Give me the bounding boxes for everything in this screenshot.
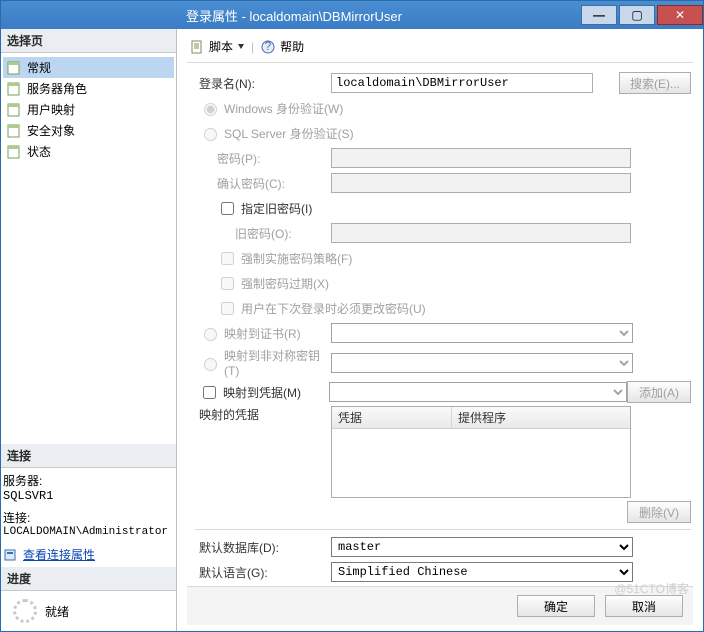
script-icon (190, 40, 206, 54)
sql-auth-radio (204, 128, 217, 141)
login-properties-window: 登录属性 - localdomain\DBMirrorUser — ▢ ✕ 选择… (0, 0, 704, 632)
enforce-expiry-checkbox (221, 277, 234, 290)
nav-label: 常规 (27, 59, 51, 76)
map-cert-select (331, 323, 633, 343)
close-button[interactable]: ✕ (657, 5, 703, 25)
password-input (331, 148, 631, 168)
col-credential: 凭据 (332, 407, 452, 428)
map-asym-select (331, 353, 633, 373)
connection-header: 连接 (1, 444, 176, 468)
view-connection-link[interactable]: 查看连接属性 (23, 546, 95, 563)
map-cred-checkbox[interactable] (203, 386, 216, 399)
server-value: SQLSVR1 (3, 489, 174, 503)
help-icon: ? (261, 40, 277, 54)
script-button[interactable]: 脚本 (187, 37, 247, 56)
must-change-checkbox (221, 302, 234, 315)
right-panel: 脚本 | ? 帮助 登录名(N): 搜索(E)... (177, 29, 703, 631)
minimize-button[interactable]: — (581, 5, 617, 25)
old-password-label: 旧密码(O): (195, 225, 331, 242)
default-lang-label: 默认语言(G): (195, 564, 331, 581)
remove-button[interactable]: 删除(V) (627, 501, 691, 523)
old-password-input (331, 223, 631, 243)
toolbar: 脚本 | ? 帮助 (187, 35, 693, 63)
nav-label: 用户映射 (27, 101, 75, 118)
default-lang-select[interactable]: Simplified Chinese (331, 562, 633, 582)
map-asym-radio (204, 358, 217, 371)
properties-icon (3, 548, 19, 562)
windows-auth-label: Windows 身份验证(W) (224, 100, 343, 117)
mapped-cred-label: 映射的凭据 (195, 406, 331, 423)
login-name-input[interactable] (331, 73, 593, 93)
nav-label: 状态 (27, 143, 51, 160)
nav-general[interactable]: 常规 (3, 57, 174, 78)
select-page-header: 选择页 (1, 29, 176, 53)
server-label: 服务器: (3, 472, 174, 489)
must-change-label: 用户在下次登录时必须更改密码(U) (241, 300, 426, 317)
nav-securables[interactable]: 安全对象 (3, 120, 174, 141)
general-form: 登录名(N): 搜索(E)... Windows 身份验证(W) SQL Ser… (187, 63, 693, 586)
svg-text:?: ? (265, 40, 272, 53)
search-button[interactable]: 搜索(E)... (619, 72, 691, 94)
help-label: 帮助 (280, 38, 304, 55)
confirm-password-input (331, 173, 631, 193)
page-icon (7, 103, 23, 117)
sql-auth-label: SQL Server 身份验证(S) (224, 125, 354, 142)
maximize-button[interactable]: ▢ (619, 5, 655, 25)
divider (195, 529, 691, 530)
add-button[interactable]: 添加(A) (627, 381, 691, 403)
default-db-label: 默认数据库(D): (195, 539, 331, 556)
page-icon (7, 61, 23, 75)
enforce-policy-checkbox (221, 252, 234, 265)
ok-button[interactable]: 确定 (517, 595, 595, 617)
help-button[interactable]: ? 帮助 (258, 37, 307, 56)
page-icon (7, 145, 23, 159)
confirm-password-label: 确认密码(C): (195, 175, 331, 192)
map-cert-radio (204, 328, 217, 341)
script-label: 脚本 (209, 38, 233, 55)
nav-user-mapping[interactable]: 用户映射 (3, 99, 174, 120)
progress-header: 进度 (1, 567, 176, 591)
cancel-button[interactable]: 取消 (605, 595, 683, 617)
enforce-expiry-label: 强制密码过期(X) (241, 275, 329, 292)
progress-status: 就绪 (45, 603, 69, 620)
default-db-select[interactable]: master (331, 537, 633, 557)
titlebar[interactable]: 登录属性 - localdomain\DBMirrorUser — ▢ ✕ (1, 1, 703, 29)
enforce-policy-label: 强制实施密码策略(F) (241, 250, 352, 267)
specify-old-pwd-checkbox[interactable] (221, 202, 234, 215)
chevron-down-icon (238, 44, 244, 49)
map-asym-label: 映射到非对称密钥(T) (224, 347, 331, 378)
mapped-cred-table[interactable]: 凭据 提供程序 (331, 406, 631, 498)
progress-spinner-icon (13, 599, 37, 623)
login-name-label: 登录名(N): (195, 75, 331, 92)
nav-label: 服务器角色 (27, 80, 87, 97)
dialog-body: 选择页 常规 服务器角色 用户映射 安全对象 (1, 29, 703, 631)
connection-panel: 服务器: SQLSVR1 连接: LOCALDOMAIN\Administrat… (1, 468, 176, 567)
specify-old-pwd-label: 指定旧密码(I) (241, 200, 312, 217)
page-icon (7, 82, 23, 96)
map-cred-select (329, 382, 627, 402)
map-cert-label: 映射到证书(R) (224, 325, 301, 342)
page-icon (7, 124, 23, 138)
progress-panel: 就绪 (1, 591, 176, 631)
connection-value: LOCALDOMAIN\Administrator (3, 526, 174, 538)
nav-server-roles[interactable]: 服务器角色 (3, 78, 174, 99)
password-label: 密码(P): (195, 150, 331, 167)
nav-list: 常规 服务器角色 用户映射 安全对象 状态 (1, 53, 176, 444)
dialog-footer: 确定 取消 (187, 586, 693, 625)
table-header: 凭据 提供程序 (332, 407, 630, 429)
nav-status[interactable]: 状态 (3, 141, 174, 162)
nav-label: 安全对象 (27, 122, 75, 139)
left-panel: 选择页 常规 服务器角色 用户映射 安全对象 (1, 29, 177, 631)
connection-label: 连接: (3, 509, 174, 526)
window-title: 登录属性 - localdomain\DBMirrorUser (9, 6, 579, 25)
windows-auth-radio (204, 103, 217, 116)
col-provider: 提供程序 (452, 407, 630, 428)
map-cred-label: 映射到凭据(M) (223, 384, 301, 401)
